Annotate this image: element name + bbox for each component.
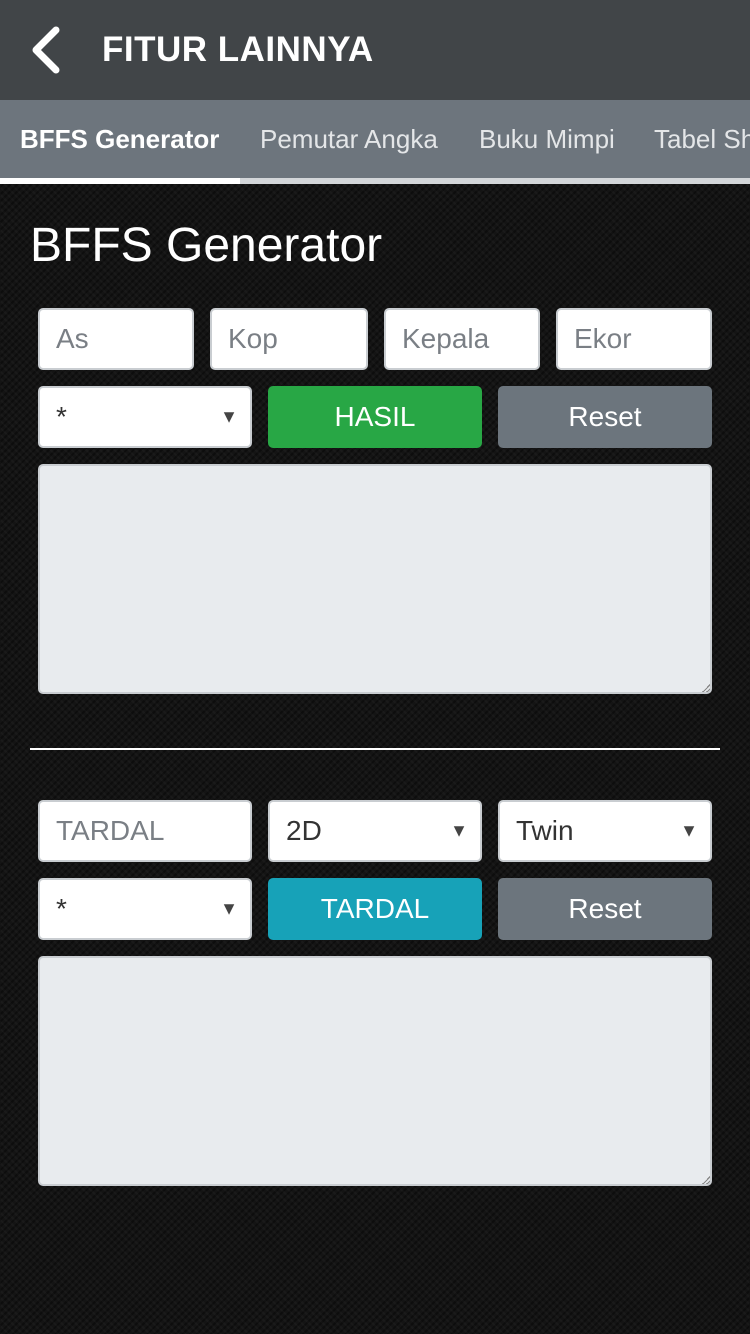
mode-select[interactable]: Twin ▼ (498, 800, 712, 862)
section-divider (30, 748, 720, 750)
tardal-select-value: * (56, 893, 67, 924)
bffs-select-value: * (56, 401, 67, 432)
tardal-result-textarea[interactable] (38, 956, 712, 1186)
app-bar: FITUR LAINNYA (0, 0, 750, 100)
caret-down-icon: ▼ (450, 820, 468, 841)
bffs-select[interactable]: * ▼ (38, 386, 252, 448)
tab-bar: BFFS Generator Pemutar Angka Buku Mimpi … (0, 100, 750, 184)
ekor-input[interactable] (556, 308, 712, 370)
tab-bffs-generator[interactable]: BFFS Generator (20, 100, 219, 178)
digit-select-value: 2D (286, 815, 322, 846)
kepala-input[interactable] (384, 308, 540, 370)
resize-grip-icon[interactable] (702, 1176, 710, 1184)
tardal-input[interactable] (38, 800, 252, 862)
tardal-reset-button[interactable]: Reset (498, 878, 712, 940)
page-title: FITUR LAINNYA (102, 30, 374, 69)
resize-grip-icon[interactable] (702, 684, 710, 692)
tab-active-indicator (0, 178, 240, 184)
bffs-reset-button[interactable]: Reset (498, 386, 712, 448)
tab-pemutar-angka[interactable]: Pemutar Angka (260, 100, 438, 178)
caret-down-icon: ▼ (680, 820, 698, 841)
digit-select[interactable]: 2D ▼ (268, 800, 482, 862)
bffs-result-textarea[interactable] (38, 464, 712, 694)
tardal-select[interactable]: * ▼ (38, 878, 252, 940)
back-button[interactable] (0, 0, 100, 100)
caret-down-icon: ▼ (220, 406, 238, 427)
mode-select-value: Twin (516, 815, 574, 846)
section-title: BFFS Generator (30, 219, 383, 272)
hasil-button[interactable]: HASIL (268, 386, 482, 448)
chevron-left-icon (32, 26, 60, 74)
tab-tabel-sh[interactable]: Tabel Sh (654, 100, 750, 178)
tab-buku-mimpi[interactable]: Buku Mimpi (479, 100, 615, 178)
caret-down-icon: ▼ (220, 898, 238, 919)
as-input[interactable] (38, 308, 194, 370)
tardal-button[interactable]: TARDAL (268, 878, 482, 940)
kop-input[interactable] (210, 308, 368, 370)
